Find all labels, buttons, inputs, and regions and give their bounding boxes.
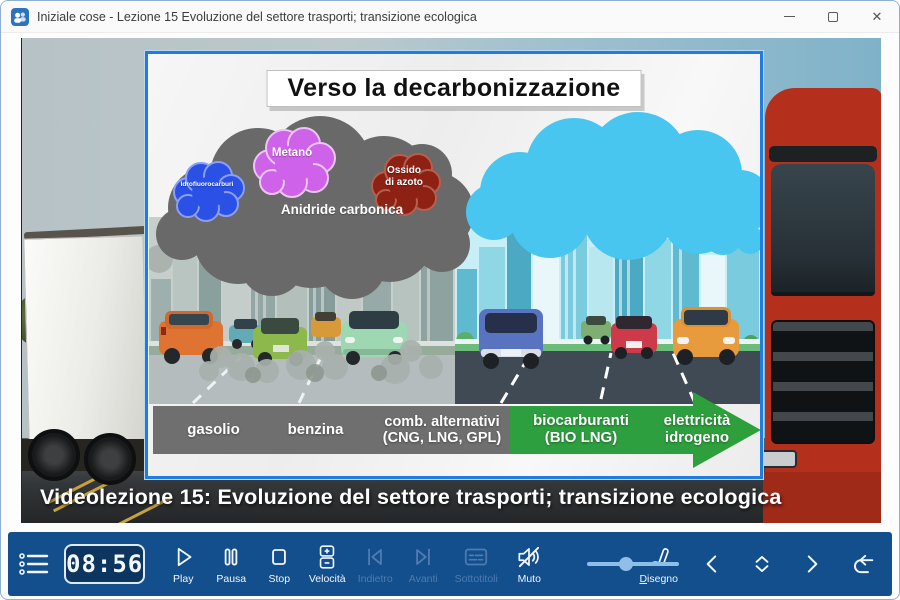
cloud-label-carbon-dioxide: Anidride carbonica [244, 202, 440, 217]
chevron-up-down-icon [749, 551, 775, 577]
timeline-label-comb-alternativi: comb. alternativi (CNG, LNG, GPL) [366, 406, 518, 454]
close-button[interactable]: ✕ [855, 1, 899, 32]
nav-next-button[interactable] [792, 540, 832, 588]
timeline-label-benzina: benzina [268, 406, 363, 454]
play-icon [179, 549, 191, 565]
subtitles-icon [462, 543, 490, 571]
hydrofluorocarbons-cloud [168, 160, 246, 222]
stop-button[interactable]: Stop [255, 534, 303, 594]
time-display: 08:56 [64, 544, 145, 584]
app-icon [11, 8, 29, 26]
window-title: Iniziale cose - Lezione 15 Evoluzione de… [37, 10, 767, 24]
cloud-label-nitrogen-oxide: Ossido di azoto [370, 165, 438, 188]
nav-expand-button[interactable] [742, 540, 782, 588]
white-truck-photo [22, 213, 152, 493]
app-window: Iniziale cose - Lezione 15 Evoluzione de… [0, 0, 900, 600]
subtitles-button[interactable]: Sottotitoli [447, 534, 505, 594]
minimize-icon [784, 16, 795, 18]
pause-button[interactable]: Pausa [207, 534, 255, 594]
timeline-label-elettricita-idrogeno: elettricità idrogeno [646, 406, 748, 454]
stop-icon [273, 550, 285, 564]
skip-back-icon [361, 543, 389, 571]
timeline-label-gasolio: gasolio [166, 406, 261, 454]
clean-air-cloud [458, 120, 758, 252]
player-toolbar: 08:56 Play Pausa Stop [8, 532, 892, 596]
mute-icon [515, 543, 543, 571]
methane-cloud [248, 126, 338, 200]
minimize-button[interactable] [767, 1, 811, 32]
nav-previous-button[interactable] [692, 540, 732, 588]
play-button[interactable]: Play [159, 534, 207, 594]
video-caption: Videolezione 15: Evoluzione del settore … [40, 485, 782, 510]
return-button[interactable] [842, 540, 882, 588]
skip-forward-button[interactable]: Avanti [399, 534, 447, 594]
titlebar: Iniziale cose - Lezione 15 Evoluzione de… [1, 1, 899, 33]
cloud-label-hydrofluorocarbons: Idrofluorocarburi [168, 181, 246, 188]
slider-track[interactable] [587, 562, 679, 566]
slide-title-box: Verso la decarbonizzazione [267, 70, 642, 107]
cloud-label-methane: Metano [256, 147, 328, 159]
slider-thumb[interactable] [619, 557, 633, 571]
mute-button[interactable]: Muto [505, 534, 553, 594]
video-stage: Verso la decarbonizzazione [21, 38, 881, 523]
red-truck-photo [757, 88, 881, 523]
chevron-right-icon [799, 551, 825, 577]
skip-forward-icon [409, 543, 437, 571]
maximize-button[interactable] [811, 1, 855, 32]
return-arrow-icon [849, 551, 875, 577]
maximize-icon [828, 12, 838, 22]
speed-icon [313, 543, 341, 571]
slide-title: Verso la decarbonizzazione [288, 74, 621, 103]
draw-icon [645, 543, 673, 571]
pause-icon [226, 549, 230, 564]
skip-back-button[interactable]: Indietro [351, 534, 399, 594]
timeline-label-biocarburanti: biocarburanti (BIO LNG) [516, 406, 646, 454]
fuel-timeline: gasolio benzina comb. alternativi (CNG, … [148, 406, 763, 454]
speed-button[interactable]: Velocità [303, 534, 351, 594]
chevron-left-icon [699, 551, 725, 577]
lesson-slide: Verso la decarbonizzazione [145, 51, 763, 479]
chapter-list-button[interactable] [18, 544, 50, 584]
volume-slider[interactable] [587, 557, 623, 571]
